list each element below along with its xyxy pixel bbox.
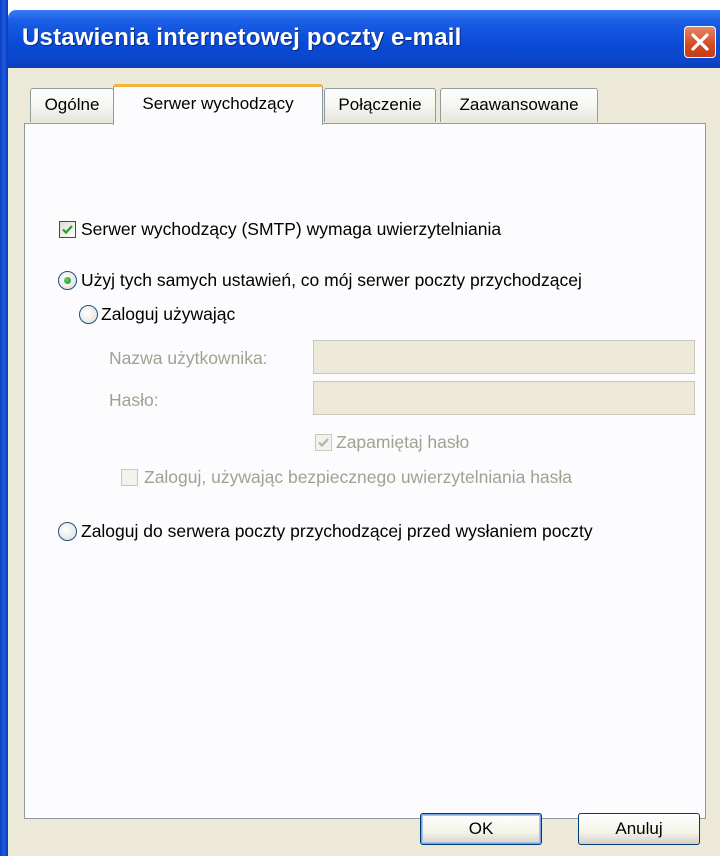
tab-connection[interactable]: Połączenie — [324, 88, 436, 122]
password-field[interactable] — [313, 381, 695, 415]
radio-selected-dot — [64, 277, 71, 284]
tab-panel-outgoing-server: Serwer wychodzący (SMTP) wymaga uwierzyt… — [24, 123, 706, 819]
username-field[interactable] — [313, 340, 695, 374]
remember-password-label[interactable]: Zapamiętaj hasło — [336, 431, 469, 453]
cancel-button[interactable]: Anuluj — [578, 813, 700, 845]
spa-label[interactable]: Zaloguj, używając bezpiecznego uwierzyte… — [144, 466, 572, 488]
dialog-window: Ustawienia internetowej poczty e-mail Og… — [0, 0, 720, 856]
password-label: Hasło: — [109, 390, 159, 410]
smtp-auth-label[interactable]: Serwer wychodzący (SMTP) wymaga uwierzyt… — [81, 218, 501, 240]
window-title: Ustawienia internetowej poczty e-mail — [22, 24, 462, 51]
checkmark-icon — [62, 225, 73, 235]
username-label: Nazwa użytkownika: — [109, 348, 268, 368]
close-icon — [691, 33, 709, 51]
login-before-send-label[interactable]: Zaloguj do serwera poczty przychodzącej … — [81, 520, 593, 542]
ok-button[interactable]: OK — [420, 813, 542, 845]
smtp-auth-checkbox[interactable] — [59, 221, 76, 238]
same-settings-radio[interactable] — [58, 271, 77, 290]
tab-advanced[interactable]: Zaawansowane — [440, 88, 598, 122]
dialog-client-area: Ogólne Serwer wychodzący Połączenie Zaaw… — [8, 68, 720, 856]
title-bar[interactable]: Ustawienia internetowej poczty e-mail — [8, 10, 720, 68]
checkmark-icon — [318, 438, 329, 448]
window-top-strip — [8, 0, 720, 10]
tab-general[interactable]: Ogólne — [30, 88, 114, 122]
close-button[interactable] — [684, 26, 716, 58]
tab-outgoing-server[interactable]: Serwer wychodzący — [113, 84, 323, 125]
spa-checkbox[interactable] — [121, 469, 138, 486]
same-settings-label[interactable]: Użyj tych samych ustawień, co mój serwer… — [81, 269, 582, 291]
login-using-label[interactable]: Zaloguj używając — [101, 303, 235, 325]
window-frame-left — [0, 0, 8, 856]
remember-password-checkbox[interactable] — [315, 434, 332, 451]
login-using-radio[interactable] — [79, 305, 98, 324]
login-before-send-radio[interactable] — [58, 522, 77, 541]
